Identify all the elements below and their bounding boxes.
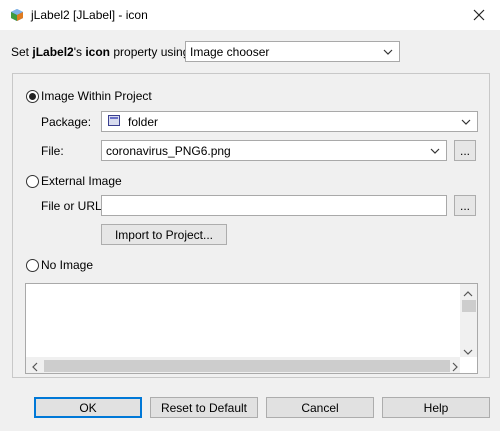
scroll-right-icon[interactable]	[451, 361, 459, 375]
component-name: jLabel2	[32, 45, 74, 59]
browse-url-label: ...	[459, 198, 470, 213]
property-suffix: property using:	[110, 45, 193, 59]
file-label: File:	[41, 144, 64, 158]
browse-url-button[interactable]: ...	[454, 195, 476, 216]
mode-select[interactable]: Image chooser	[185, 41, 400, 62]
close-icon	[473, 5, 485, 26]
browse-file-button[interactable]: ...	[454, 140, 476, 161]
package-label: Package:	[41, 115, 92, 129]
scroll-down-icon[interactable]	[463, 345, 473, 359]
import-to-project-button[interactable]: Import to Project...	[101, 224, 227, 245]
mode-select-value: Image chooser	[190, 44, 270, 59]
browse-file-label: ...	[459, 143, 470, 158]
ok-button[interactable]: OK	[34, 397, 142, 418]
file-select-value: coronavirus_PNG6.png	[106, 143, 231, 158]
property-label: Set jLabel2's icon property using:	[11, 45, 193, 59]
package-select[interactable]: folder	[101, 111, 478, 132]
chevron-down-icon	[383, 49, 393, 55]
no-image-label: No Image	[41, 258, 94, 272]
file-or-url-input[interactable]	[101, 195, 447, 216]
scroll-up-icon[interactable]	[463, 287, 473, 301]
radio-external-image[interactable]	[26, 175, 39, 188]
property-name: icon	[85, 45, 111, 59]
window-title: jLabel2 [JLabel] - icon	[31, 8, 148, 22]
reset-label: Reset to Default	[160, 400, 248, 415]
vertical-scroll-thumb[interactable]	[462, 300, 476, 312]
chevron-down-icon	[461, 119, 471, 125]
close-button[interactable]	[458, 0, 500, 30]
external-image-label: External Image	[41, 174, 122, 188]
package-select-value: folder	[128, 114, 159, 129]
horizontal-scroll-thumb[interactable]	[44, 360, 450, 372]
file-or-url-label: File or URL:	[41, 199, 106, 213]
possessive-text: 's	[73, 45, 86, 59]
help-label: Help	[423, 400, 449, 415]
radio-image-within-project[interactable]	[26, 90, 39, 103]
app-cube-icon	[10, 8, 24, 22]
property-prefix: Set	[11, 45, 33, 59]
reset-to-default-button[interactable]: Reset to Default	[150, 397, 258, 418]
ok-label: OK	[79, 400, 97, 415]
radio-no-image[interactable]	[26, 259, 39, 272]
cancel-button[interactable]: Cancel	[266, 397, 374, 418]
scroll-left-icon[interactable]	[31, 361, 39, 375]
radio-selected-dot	[29, 93, 36, 100]
file-select[interactable]: coronavirus_PNG6.png	[101, 140, 447, 161]
cancel-label: Cancel	[301, 400, 339, 415]
chevron-down-icon	[430, 148, 440, 154]
package-icon	[108, 114, 120, 129]
help-button[interactable]: Help	[382, 397, 490, 418]
image-within-project-label: Image Within Project	[41, 89, 152, 103]
import-to-project-label: Import to Project...	[114, 227, 214, 242]
